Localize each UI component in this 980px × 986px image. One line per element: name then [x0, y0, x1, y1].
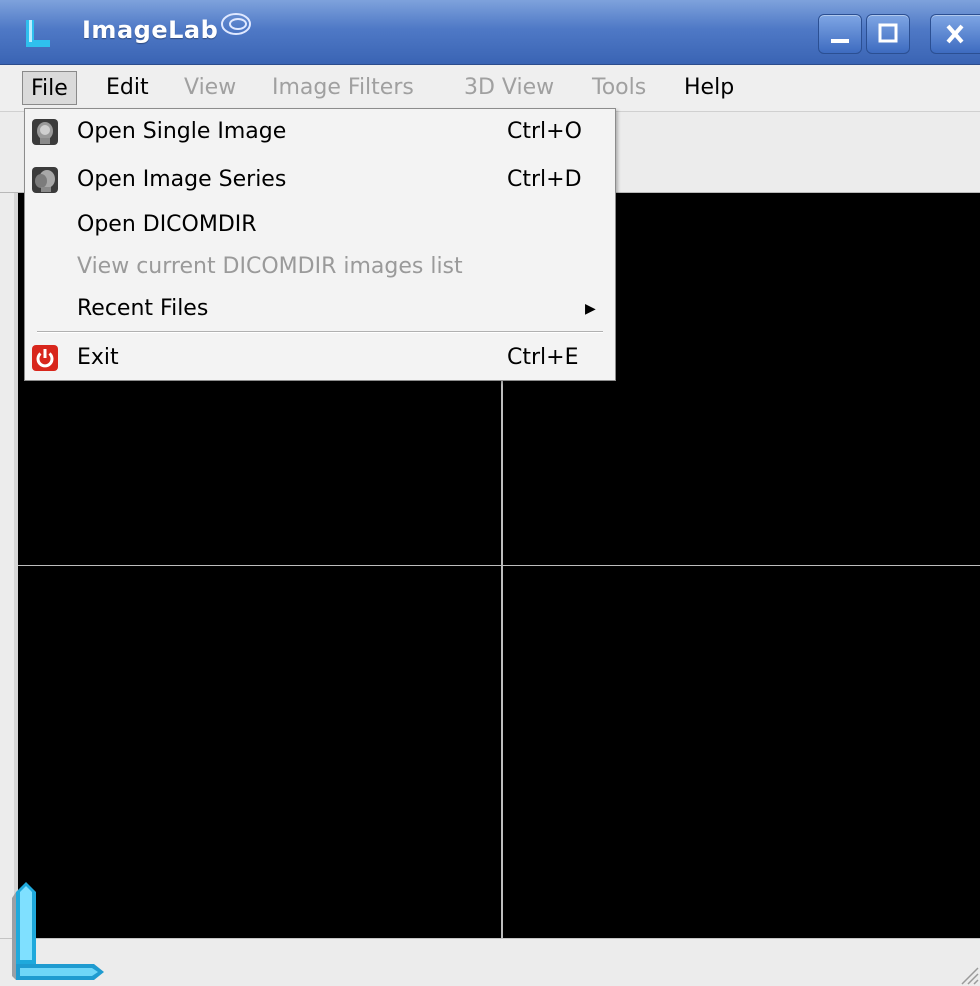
- imagelab-logo: [12, 882, 104, 980]
- menu-item-shortcut: Ctrl+O: [507, 119, 582, 144]
- title-bar: ImageLab: [0, 0, 980, 65]
- menu-item-label: Open DICOMDIR: [77, 212, 257, 237]
- menu-item-exit[interactable]: Exit Ctrl+E: [25, 338, 615, 378]
- menu-image-filters[interactable]: Image Filters: [264, 71, 422, 105]
- head-series-icon: [32, 167, 58, 193]
- menu-item-open-dicomdir[interactable]: Open DICOMDIR: [25, 205, 615, 245]
- menu-item-label: Exit: [77, 345, 119, 370]
- menu-item-label: Open Image Series: [77, 167, 287, 192]
- power-icon: [32, 345, 58, 371]
- menu-item-label: Recent Files: [77, 296, 209, 321]
- minimize-button[interactable]: [818, 14, 862, 54]
- menu-item-shortcut: Ctrl+E: [507, 345, 579, 370]
- close-button[interactable]: [930, 14, 980, 54]
- minimize-icon: [831, 39, 849, 43]
- app-logo-icon: [26, 20, 50, 47]
- file-menu-dropdown: Open Single Image Ctrl+O Open Image Seri…: [24, 108, 616, 381]
- view-pane-bottom-right[interactable]: [502, 565, 980, 938]
- menu-item-open-image-series[interactable]: Open Image Series Ctrl+D: [25, 160, 615, 200]
- menu-item-open-single-image[interactable]: Open Single Image Ctrl+O: [25, 112, 615, 152]
- menu-item-recent-files[interactable]: Recent Files ▶: [25, 289, 615, 329]
- maximize-icon: [878, 23, 898, 43]
- close-icon: [946, 24, 964, 44]
- menu-help[interactable]: Help: [676, 71, 742, 105]
- maximize-button[interactable]: [866, 14, 910, 54]
- menu-separator: [37, 331, 603, 333]
- menu-edit[interactable]: Edit: [98, 71, 157, 105]
- title-decoration-icon: [221, 13, 251, 35]
- window-title: ImageLab: [82, 16, 219, 44]
- status-bar: [0, 938, 980, 986]
- menu-bar: File Edit View Image Filters 3D View Too…: [0, 65, 980, 112]
- menu-3d-view[interactable]: 3D View: [456, 71, 562, 105]
- submenu-arrow-icon: ▶: [585, 301, 596, 317]
- menu-view[interactable]: View: [176, 71, 244, 105]
- menu-tools[interactable]: Tools: [584, 71, 654, 105]
- head-scan-icon: [32, 119, 58, 145]
- menu-item-view-dicomdir-list[interactable]: View current DICOMDIR images list: [25, 247, 615, 287]
- menu-item-label: View current DICOMDIR images list: [77, 254, 463, 279]
- menu-item-shortcut: Ctrl+D: [507, 167, 582, 192]
- menu-file[interactable]: File: [22, 71, 77, 105]
- menu-item-label: Open Single Image: [77, 119, 287, 144]
- resize-grip-icon[interactable]: [958, 964, 980, 986]
